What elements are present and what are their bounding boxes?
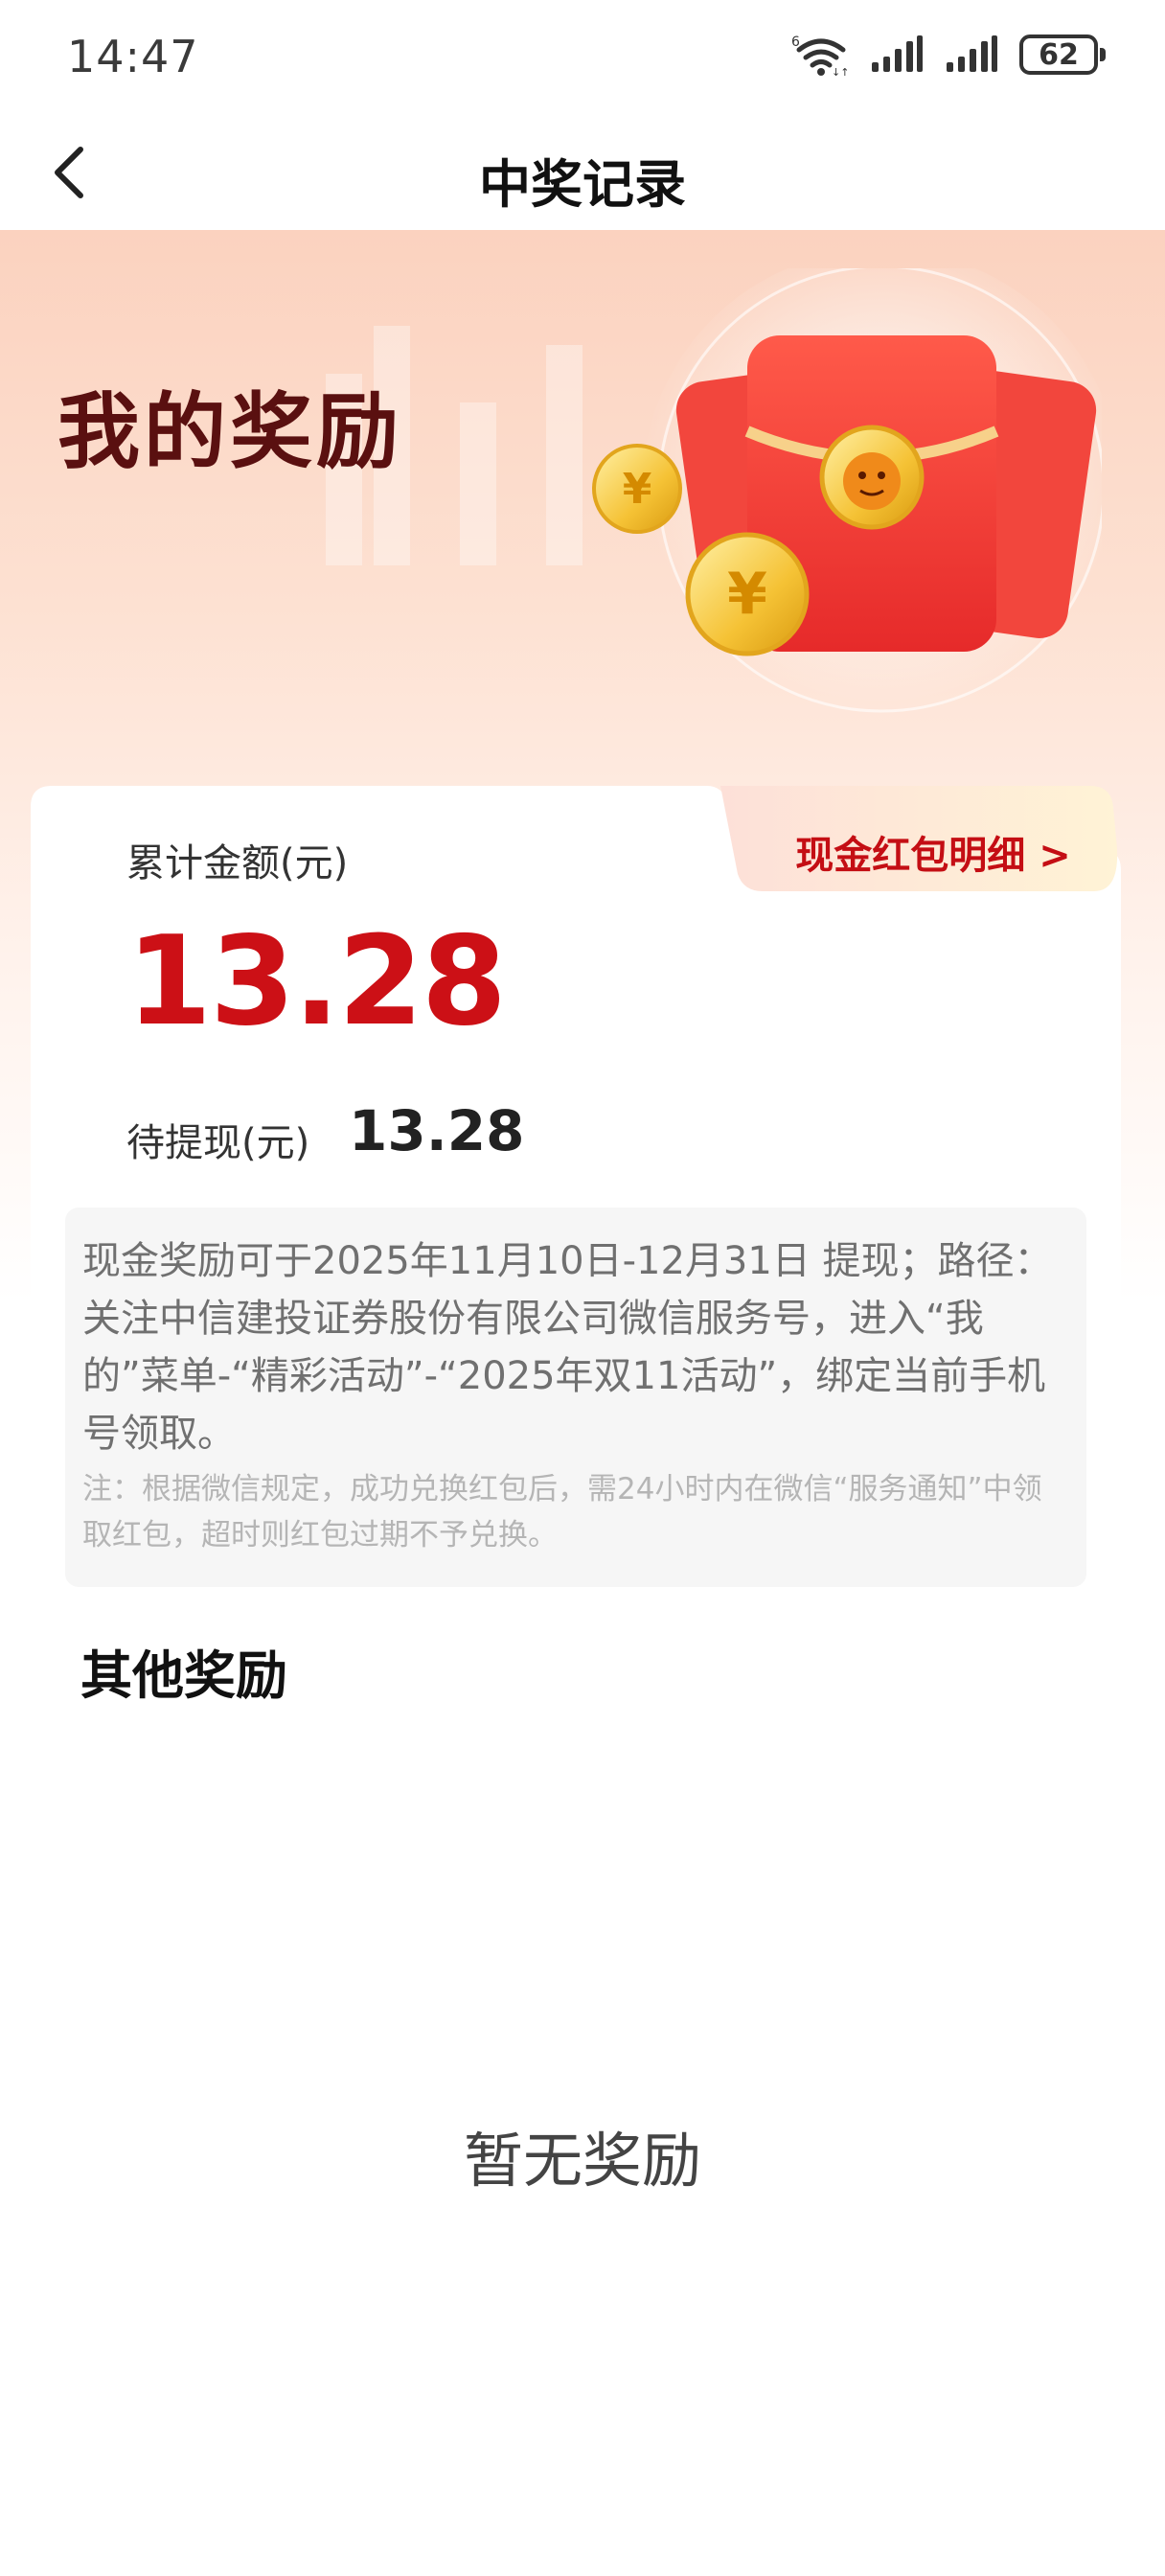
other-rewards-title: 其他奖励 — [80, 1645, 287, 1706]
empty-state-text: 暂无奖励 — [463, 2126, 701, 2196]
cumulative-amount-value: 13.28 — [126, 910, 507, 1053]
hero-banner: 我的奖励 ¥ ¥ 累计金额(元) 13.28 待提现(元) 13.28 现金红包… — [0, 230, 1165, 1303]
page-title: 中奖记录 — [479, 154, 686, 215]
cash-red-envelope-detail-link[interactable]: 现金红包明细 > — [751, 824, 1115, 880]
pending-withdraw-value: 13.28 — [349, 1098, 525, 1163]
status-icons: 6 ↓↑ 62 — [789, 33, 1106, 77]
status-time: 14:47 — [67, 31, 199, 82]
withdraw-notice: 现金奖励可于2025年11月10日-12月31日 提现；路径：关注中信建投证券股… — [65, 1208, 1086, 1587]
nav-bar: 中奖记录 — [0, 115, 1165, 230]
svg-text:¥: ¥ — [727, 561, 767, 628]
wifi-icon: 6 ↓↑ — [789, 33, 849, 77]
hero-title: 我的奖励 — [57, 383, 402, 480]
signal-icon-2 — [945, 35, 998, 74]
svg-text:¥: ¥ — [623, 465, 652, 514]
svg-text:↓↑: ↓↑ — [832, 66, 849, 77]
battery-icon: 62 — [1019, 34, 1106, 75]
cumulative-amount-label: 累计金额(元) — [126, 841, 349, 886]
notice-main-text: 现金奖励可于2025年11月10日-12月31日 提现；路径：关注中信建投证券股… — [82, 1239, 1053, 1456]
red-envelope-icon: ¥ ¥ — [592, 268, 1102, 728]
pending-withdraw-label: 待提现(元) — [126, 1121, 310, 1165]
notice-sub-text: 注：根据微信规定，成功兑换红包后，需24小时内在微信“服务通知”中领取红包，超时… — [82, 1472, 1042, 1552]
signal-icon — [870, 35, 924, 74]
status-bar: 14:47 6 ↓↑ 62 — [0, 0, 1165, 115]
